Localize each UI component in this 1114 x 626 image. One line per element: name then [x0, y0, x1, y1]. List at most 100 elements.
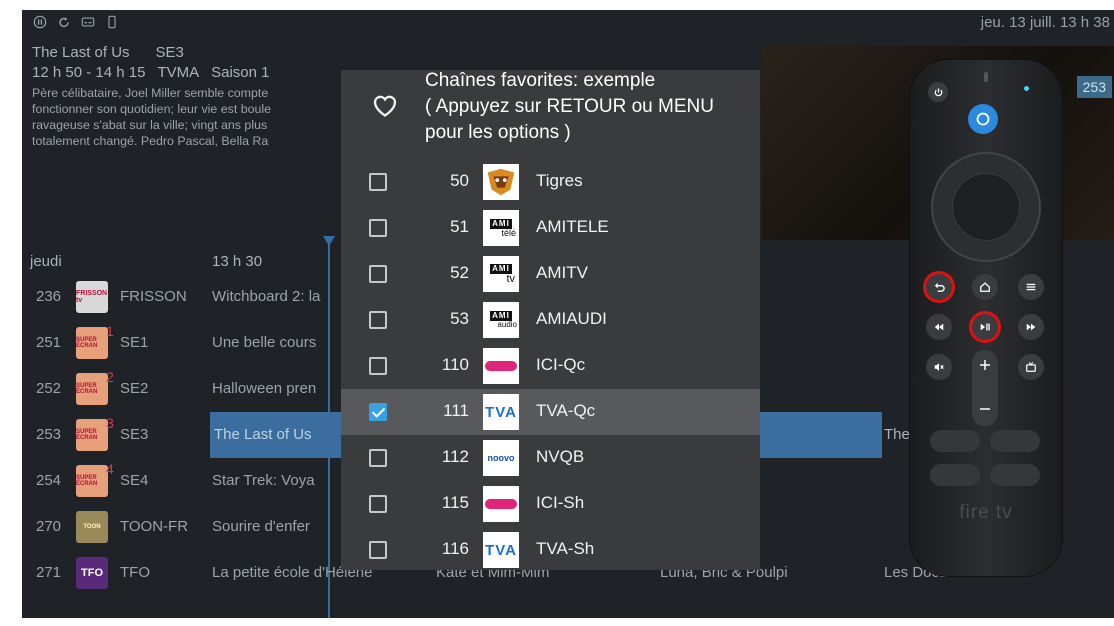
- volume-up-icon[interactable]: [978, 358, 992, 372]
- navigation-ring[interactable]: [931, 152, 1041, 262]
- favorite-channel-row[interactable]: 51 AMI télé AMITELE: [341, 205, 760, 251]
- favorite-channel-row[interactable]: 112 noovo NVQB: [341, 435, 760, 481]
- program-rating: TVMA: [157, 64, 200, 81]
- program-cell[interactable]: Halloween pren: [212, 380, 336, 397]
- frisson-tv-logo: FRISSON tv: [76, 281, 108, 313]
- favorite-channel-row[interactable]: 116 TVA TVA-Sh: [341, 527, 760, 570]
- heart-icon: [373, 95, 397, 117]
- logo-text: noovo: [487, 453, 515, 463]
- guide-time-slot: 13 h 30: [212, 253, 263, 270]
- ici-tele-logo: [483, 486, 519, 522]
- power-icon: [934, 87, 942, 96]
- favorite-checkbox[interactable]: [369, 265, 387, 283]
- menu-button[interactable]: [1018, 274, 1044, 300]
- logo-subtext: audio: [497, 320, 517, 329]
- favorite-checkbox-checked[interactable]: [369, 403, 387, 421]
- program-cell[interactable]: Sourire d'enfer: [212, 518, 336, 535]
- favorite-checkbox[interactable]: [369, 173, 387, 191]
- ami-audio-logo: AMI audio: [483, 302, 519, 338]
- volume-rocker[interactable]: [972, 350, 998, 426]
- favorite-channel-name: AMITV: [536, 263, 588, 282]
- favorite-channel-row[interactable]: 110 ICI-Qc: [341, 343, 760, 389]
- channel-number: 270: [36, 518, 62, 535]
- program-description: Père célibataire, Joel Miller semble com…: [32, 85, 372, 149]
- description-line: totalement changé. Pedro Pascal, Bella R…: [32, 134, 269, 148]
- mute-button[interactable]: [926, 354, 952, 380]
- favorite-channel-number: 52: [450, 263, 469, 282]
- program-season: Saison 1: [211, 64, 270, 81]
- channel-number: 271: [36, 564, 62, 581]
- channel-number: 252: [36, 380, 62, 397]
- select-button[interactable]: [953, 174, 1019, 240]
- app-shortcut-button[interactable]: [930, 464, 980, 486]
- favorite-channel-name: TVA-Sh: [536, 539, 595, 558]
- favorite-channel-name: AMITELE: [536, 217, 609, 236]
- power-button[interactable]: [928, 82, 948, 102]
- favorite-channel-number: 115: [441, 493, 469, 512]
- voice-button[interactable]: [968, 104, 998, 134]
- refresh-icon[interactable]: [56, 14, 72, 30]
- logo-text: TVA: [485, 403, 517, 421]
- favorite-channel-number: 112: [441, 447, 469, 466]
- logo-subtext: télé: [501, 227, 516, 238]
- program-cell[interactable]: Une belle cours: [212, 334, 336, 351]
- favorite-checkbox[interactable]: [369, 541, 387, 559]
- dialog-title-line: Chaînes favorites: exemple: [425, 70, 656, 91]
- home-button[interactable]: [972, 274, 998, 300]
- channel-number: 253: [36, 426, 62, 443]
- rewind-icon: [934, 323, 944, 331]
- favorite-checkbox[interactable]: [369, 495, 387, 513]
- favorite-channel-row[interactable]: 115 ICI-Sh: [341, 481, 760, 527]
- fast-forward-button[interactable]: [1018, 314, 1044, 340]
- status-light: [1024, 86, 1029, 91]
- pause-icon[interactable]: [32, 14, 48, 30]
- channel-number: 254: [36, 472, 62, 489]
- favorite-checkbox[interactable]: [369, 357, 387, 375]
- favorite-channel-name: Tigres: [536, 171, 583, 190]
- remote-control: fire tv: [910, 60, 1062, 576]
- logo-text: AMI: [490, 218, 512, 229]
- volume-down-icon[interactable]: [978, 402, 992, 416]
- play-pause-button[interactable]: [972, 314, 998, 340]
- play-pause-icon: [980, 323, 990, 331]
- favorite-channel-number: 116: [441, 539, 469, 558]
- program-cell[interactable]: Witchboard 2: la: [212, 288, 336, 305]
- tv-icon: [1026, 362, 1036, 372]
- tva-logo: TVA: [483, 532, 519, 568]
- favorite-channel-row[interactable]: 53 AMI audio AMIAUDI: [341, 297, 760, 343]
- program-cell[interactable]: Star Trek: Voya: [212, 472, 336, 489]
- favorite-channel-number: 111: [443, 401, 469, 420]
- back-button[interactable]: [926, 274, 952, 300]
- favorite-channel-row-selected[interactable]: 111 TVA TVA-Qc: [341, 389, 760, 435]
- ici-tele-logo: [483, 348, 519, 384]
- guide-day: jeudi: [30, 253, 62, 270]
- channel-badge-number: 3: [106, 415, 114, 431]
- program-title: The Last of Us: [32, 44, 130, 61]
- channel-name: SE1: [120, 334, 149, 351]
- favorite-checkbox[interactable]: [369, 449, 387, 467]
- app-shortcut-button[interactable]: [930, 430, 980, 452]
- channel-name: SE2: [120, 380, 149, 397]
- channel-badge: 253: [1076, 76, 1112, 98]
- app-shortcut-button[interactable]: [990, 430, 1040, 452]
- program-time: 12 h 50 - 14 h 15: [32, 64, 146, 81]
- rewind-button[interactable]: [926, 314, 952, 340]
- channel-badge-number: 2: [106, 369, 114, 385]
- favorite-channel-row[interactable]: 52 AMI tv AMITV: [341, 251, 760, 297]
- microphone-slot: [984, 72, 988, 82]
- back-icon: [934, 282, 945, 292]
- favorite-checkbox[interactable]: [369, 311, 387, 329]
- home-icon: [980, 282, 990, 292]
- live-tv-button[interactable]: [1018, 354, 1044, 380]
- app-shortcut-button[interactable]: [990, 464, 1040, 486]
- favorite-channel-row[interactable]: 50 Tigres: [341, 159, 760, 205]
- favorite-channel-number: 110: [441, 355, 469, 374]
- channel-number: 251: [36, 334, 62, 351]
- alexa-icon: [976, 112, 990, 126]
- fire-tv-logo: fire tv: [959, 502, 1013, 523]
- super-ecran-logo: SUPER ÉCRAN: [76, 419, 108, 451]
- phone-icon[interactable]: [104, 14, 120, 30]
- subtitles-icon[interactable]: [80, 14, 96, 30]
- favorites-dialog[interactable]: Chaînes favorites: exemple ( Appuyez sur…: [341, 70, 760, 570]
- favorite-checkbox[interactable]: [369, 219, 387, 237]
